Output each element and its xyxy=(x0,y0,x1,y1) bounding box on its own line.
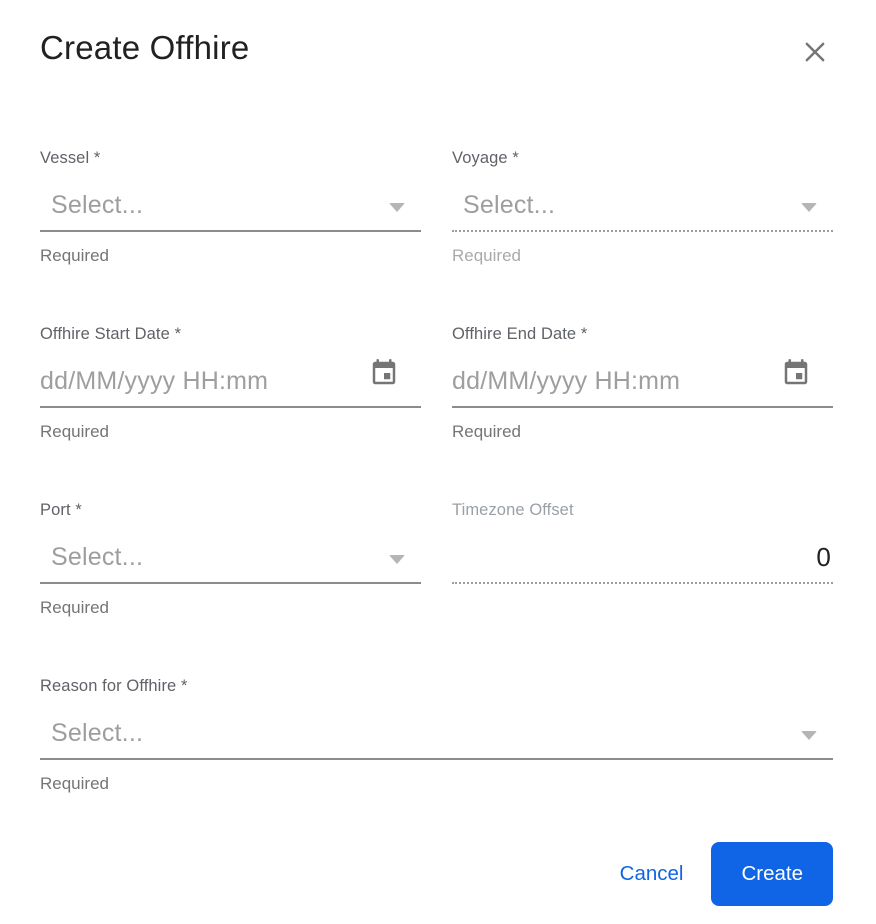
voyage-helper-required: Required xyxy=(452,246,521,265)
dialog-header: Create Offhire xyxy=(40,28,833,70)
field-reason-for-offhire: Reason for Offhire * Select... Required xyxy=(40,676,833,794)
field-timezone-offset: Timezone Offset 0 xyxy=(452,500,833,618)
create-offhire-dialog: Create Offhire Vessel * Select... Requir… xyxy=(0,0,876,924)
timezone-offset-input[interactable]: 0 xyxy=(452,530,833,584)
voyage-select[interactable]: Select... xyxy=(452,178,833,232)
port-label: Port * xyxy=(40,501,82,519)
timezone-offset-label: Timezone Offset xyxy=(452,501,574,519)
start-date-placeholder: dd/MM/yyyy HH:mm xyxy=(40,367,269,395)
chevron-down-icon xyxy=(801,203,817,212)
vessel-select[interactable]: Select... xyxy=(40,178,421,232)
chevron-down-icon xyxy=(801,731,817,740)
vessel-label: Vessel * xyxy=(40,149,101,167)
field-offhire-start-date: Offhire Start Date * dd/MM/yyyy HH:mm Re… xyxy=(40,324,421,442)
create-button[interactable]: Create xyxy=(711,842,833,906)
calendar-icon xyxy=(369,359,399,391)
vessel-select-placeholder: Select... xyxy=(51,191,144,219)
field-port: Port * Select... Required xyxy=(40,500,421,618)
offhire-form: Vessel * Select... Required Voyage * Sel… xyxy=(40,148,833,794)
vessel-helper-required: Required xyxy=(40,246,109,265)
chevron-down-icon xyxy=(389,555,405,564)
voyage-select-placeholder: Select... xyxy=(463,191,556,219)
calendar-icon xyxy=(781,359,811,391)
cancel-button[interactable]: Cancel xyxy=(606,852,698,896)
dialog-actions: Cancel Create xyxy=(40,842,833,906)
page-title: Create Offhire xyxy=(40,29,250,66)
start-date-input[interactable]: dd/MM/yyyy HH:mm xyxy=(40,354,421,408)
end-date-placeholder: dd/MM/yyyy HH:mm xyxy=(452,367,681,395)
port-helper-required: Required xyxy=(40,598,109,617)
reason-helper-required: Required xyxy=(40,774,109,793)
reason-label: Reason for Offhire * xyxy=(40,677,188,695)
close-button[interactable] xyxy=(797,34,833,70)
reason-select[interactable]: Select... xyxy=(40,706,833,760)
port-select[interactable]: Select... xyxy=(40,530,421,584)
end-date-label: Offhire End Date * xyxy=(452,325,588,343)
start-date-label: Offhire Start Date * xyxy=(40,325,182,343)
field-voyage: Voyage * Select... Required xyxy=(452,148,833,266)
close-icon xyxy=(801,42,829,69)
port-select-placeholder: Select... xyxy=(51,543,144,571)
end-date-helper-required: Required xyxy=(452,422,521,441)
voyage-label: Voyage * xyxy=(452,149,519,167)
timezone-offset-value: 0 xyxy=(816,542,831,572)
end-date-input[interactable]: dd/MM/yyyy HH:mm xyxy=(452,354,833,408)
start-date-helper-required: Required xyxy=(40,422,109,441)
chevron-down-icon xyxy=(389,203,405,212)
reason-select-placeholder: Select... xyxy=(51,719,144,747)
end-date-calendar-button[interactable] xyxy=(781,358,811,388)
field-vessel: Vessel * Select... Required xyxy=(40,148,421,266)
start-date-calendar-button[interactable] xyxy=(369,358,399,388)
field-offhire-end-date: Offhire End Date * dd/MM/yyyy HH:mm Requ… xyxy=(452,324,833,442)
